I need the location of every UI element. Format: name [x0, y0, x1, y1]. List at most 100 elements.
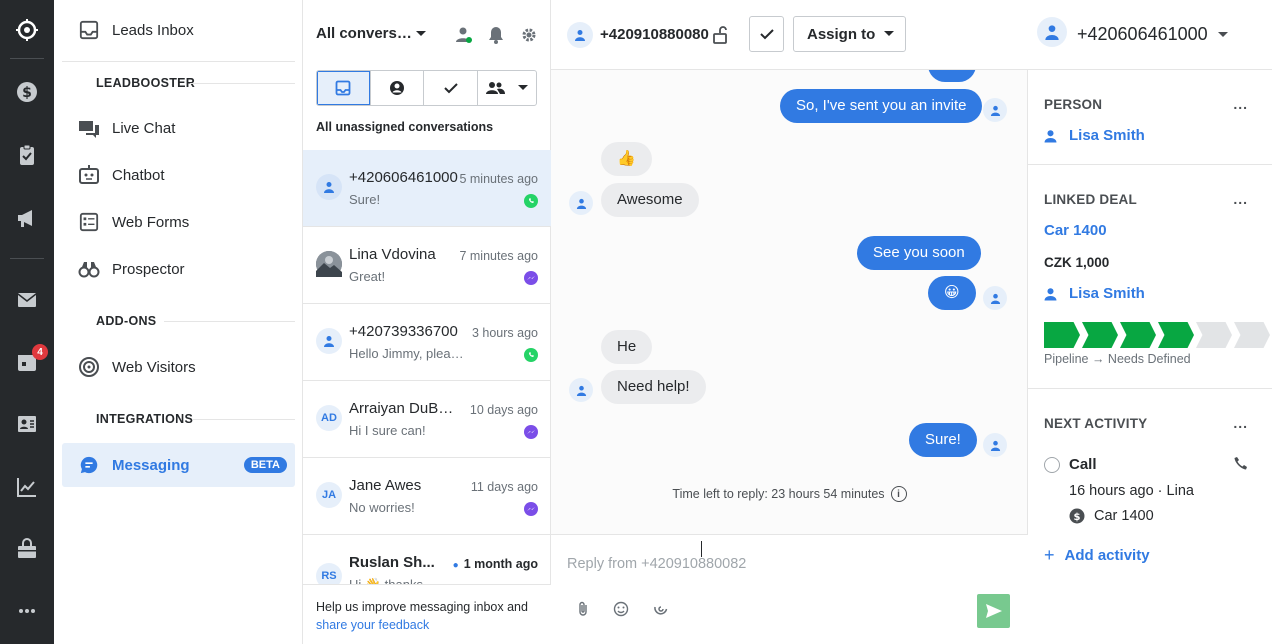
sidebar-item-live-chat[interactable]: Live Chat [62, 106, 295, 150]
sidebar-item-label: Messaging [112, 456, 190, 474]
tab-done[interactable] [424, 71, 479, 105]
message-bubble-in: Awesome [601, 183, 699, 217]
emoji-icon[interactable] [613, 601, 629, 620]
reply-input[interactable]: Reply from +420910880082 [567, 556, 746, 572]
web-visitors-icon [78, 356, 100, 378]
mail-icon[interactable] [0, 278, 54, 322]
chevron-down-icon [884, 31, 894, 36]
gear-icon[interactable] [519, 25, 539, 45]
binoculars-icon [78, 258, 100, 280]
unlock-icon[interactable] [711, 25, 731, 45]
tab-team[interactable] [478, 71, 536, 105]
deals-dollar-icon[interactable]: $ [0, 70, 54, 114]
text-cursor [701, 541, 703, 557]
sidebar-item-chatbot[interactable]: Chatbot [62, 153, 295, 197]
pipeline-stage[interactable] [1082, 322, 1118, 348]
deal-dollar-icon: $ [1069, 508, 1085, 524]
person-more-button[interactable]: ... [1233, 96, 1248, 112]
conversations-subtitle: All unassigned conversations [316, 120, 494, 134]
conversation-item[interactable]: +420739336700 3 hours ago Hello Jimmy, p… [303, 304, 551, 381]
person-icon [1044, 287, 1057, 300]
conversation-item[interactable]: +420606461000 5 minutes ago Sure! [303, 150, 551, 227]
conversation-item[interactable]: JA Jane Awes 11 days ago No worries! [303, 458, 551, 535]
pipeline-stage[interactable] [1158, 322, 1194, 348]
feedback-link[interactable]: share your feedback [316, 618, 429, 632]
linked-deal-title: LINKED DEAL [1044, 192, 1137, 207]
person-title: PERSON [1044, 97, 1103, 112]
calendar-icon[interactable]: 4 [0, 340, 54, 384]
conversation-item[interactable]: AD Arraiyan DuBose 10 days ago Hi I sure… [303, 381, 551, 458]
sidebar-item-web-forms[interactable]: Web Forms [62, 200, 295, 244]
person-icon [990, 293, 1000, 304]
sidebar-item-label: Leads Inbox [112, 21, 194, 39]
assign-to-dropdown[interactable]: Assign to [793, 16, 906, 52]
team-icon [486, 82, 506, 94]
contacts-icon[interactable] [0, 402, 54, 446]
sidebar-item-label: Web Visitors [112, 358, 196, 376]
pipeline-label: Pipeline → Needs Defined [1044, 352, 1191, 366]
conversation-preview: Sure! [349, 192, 381, 207]
conversation-item[interactable]: Lina Vdovina 7 minutes ago Great! [303, 227, 551, 304]
conversation-time: 10 days ago [469, 403, 538, 417]
conversation-time: ● 1 month ago [452, 557, 538, 571]
sidebar-item-messaging[interactable]: Messaging BETA [62, 443, 295, 487]
person-icon [576, 198, 586, 209]
activity-type[interactable]: Call [1069, 456, 1097, 473]
assign-user-icon[interactable] [454, 25, 474, 45]
reply-composer: Reply from +420910880082 [551, 534, 1028, 644]
person-icon [990, 105, 1000, 116]
conversations-filter-dropdown[interactable]: All conversations [316, 25, 416, 42]
person-link[interactable]: Lisa Smith [1044, 127, 1145, 144]
more-dots-icon[interactable] [0, 589, 54, 633]
person-section: PERSON ... Lisa Smith [1028, 70, 1272, 165]
activity-done-checkbox[interactable] [1044, 457, 1060, 473]
activity-deal[interactable]: $ Car 1400 [1069, 508, 1154, 524]
sidebar-item-label: Live Chat [112, 119, 176, 137]
chevron-down-icon[interactable] [413, 26, 429, 42]
info-icon[interactable]: i [890, 486, 907, 502]
mark-done-button[interactable] [749, 16, 784, 52]
pipeline-stage[interactable] [1044, 322, 1080, 348]
attachment-icon[interactable] [577, 601, 589, 620]
message-bubble-in: He [601, 330, 653, 364]
contact-avatar [1037, 17, 1067, 47]
activity-more-button[interactable]: ... [1233, 415, 1248, 431]
send-button[interactable] [977, 594, 1010, 628]
conversation-time: 5 minutes ago [459, 172, 538, 186]
deal-more-button[interactable]: ... [1233, 191, 1248, 207]
web-forms-icon [78, 211, 100, 233]
campaigns-megaphone-icon[interactable] [0, 196, 54, 240]
conversation-time: 11 days ago [470, 480, 538, 494]
bell-icon[interactable] [486, 25, 506, 45]
section-integrations: INTEGRATIONS [96, 412, 194, 426]
feedback-text: Help us improve messaging inbox and [316, 600, 528, 614]
reply-toolbar [577, 601, 669, 620]
marketplace-icon[interactable] [0, 527, 54, 571]
deal-link[interactable]: Car 1400 [1044, 222, 1107, 239]
insights-chart-icon[interactable] [0, 465, 54, 509]
phone-icon[interactable] [1232, 454, 1250, 472]
sidebar-item-label: Web Forms [112, 213, 190, 231]
chevron-down-icon[interactable] [1216, 30, 1230, 40]
pipeline-stage[interactable] [1196, 322, 1232, 348]
templates-icon[interactable] [653, 601, 669, 620]
person-icon [576, 385, 586, 396]
pipeline-stage[interactable] [1234, 322, 1270, 348]
contact-avatar [316, 328, 342, 354]
conversation-name: Jane Awes [349, 477, 422, 494]
activities-clipboard-icon[interactable] [0, 133, 54, 177]
add-activity-link[interactable]: + Add activity [1044, 545, 1150, 566]
conversation-preview: No worries! [349, 500, 415, 515]
message-bubble-out: Sure! [909, 423, 977, 457]
sidebar-item-leads-inbox[interactable]: Leads Inbox [62, 8, 295, 52]
tab-mine[interactable] [371, 71, 425, 105]
tab-inbox[interactable] [317, 71, 371, 105]
deal-person-link[interactable]: Lisa Smith [1044, 285, 1145, 302]
sidebar-item-prospector[interactable]: Prospector [62, 247, 295, 291]
sidebar-item-web-visitors[interactable]: Web Visitors [62, 345, 295, 389]
pipeline-stage[interactable] [1120, 322, 1156, 348]
assign-to-label: Assign to [807, 25, 876, 43]
conversation-preview: Hello Jimmy, please let me know [349, 346, 469, 361]
agent-avatar [983, 286, 1007, 310]
pipedrive-logo-icon[interactable] [0, 8, 54, 52]
